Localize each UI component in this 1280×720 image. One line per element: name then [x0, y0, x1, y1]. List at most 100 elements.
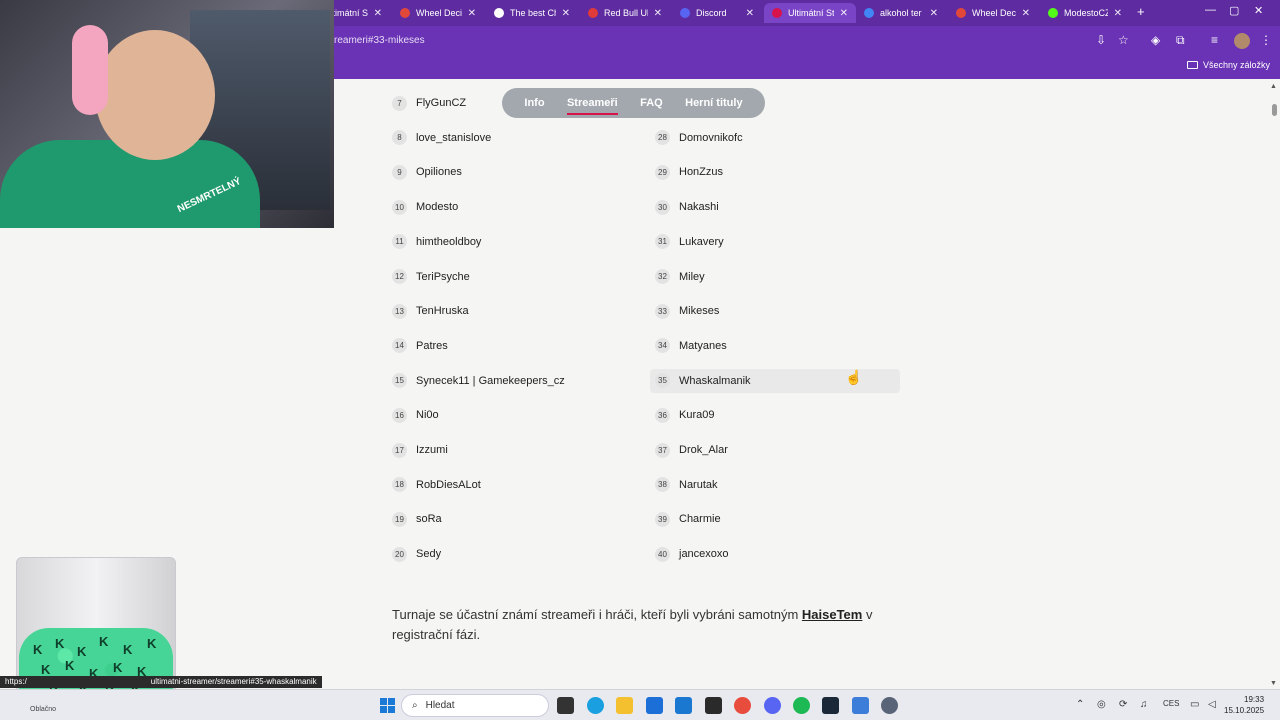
streamer-row[interactable]: 29 HonZzus [655, 160, 895, 184]
streamer-row[interactable]: 8 love_stanislove [392, 126, 632, 150]
streamer-name: Charmie [679, 513, 721, 526]
maximize-icon[interactable]: ▢ [1229, 4, 1239, 17]
streamer-name: Matyanes [679, 339, 727, 352]
streamer-row[interactable]: 7 FlyGunCZ [392, 91, 632, 115]
browser-tab[interactable]: ModestoCZ ✕ [1040, 3, 1130, 23]
tab-close-icon[interactable]: ✕ [562, 8, 570, 19]
tray-volume-icon[interactable]: ◁ [1208, 699, 1216, 710]
tab-close-icon[interactable]: ✕ [654, 8, 662, 19]
notes-icon[interactable] [852, 697, 869, 714]
streamer-row[interactable]: 32 Miley [655, 265, 895, 289]
streamer-row[interactable]: 11 himtheoldboy [392, 230, 632, 254]
streamer-row[interactable]: 10 Modesto [392, 195, 632, 219]
discord-icon[interactable] [764, 697, 781, 714]
settings-gear-icon[interactable] [881, 697, 898, 714]
streamer-row[interactable]: 38 Narutak [655, 473, 895, 497]
steam-icon[interactable] [822, 697, 839, 714]
browser-tab[interactable]: alkohol ter ✕ [856, 3, 946, 23]
store-icon[interactable] [675, 697, 692, 714]
windows-start-icon[interactable] [380, 698, 395, 713]
tab-close-icon[interactable]: ✕ [840, 8, 848, 19]
url-field[interactable]: reameri#33-mikeses [334, 35, 425, 46]
browser-tab[interactable]: The best Ch ✕ [486, 3, 578, 23]
outlook-icon[interactable] [646, 697, 663, 714]
streamer-row[interactable]: 35 Whaskalmanik [650, 368, 900, 393]
bookmark-star-icon[interactable]: ☆ [1118, 33, 1129, 47]
streamer-row[interactable]: 15 Synecek11 | Gamekeepers_cz [392, 369, 632, 393]
streamer-row[interactable]: 34 Matyanes [655, 334, 895, 358]
tab-close-icon[interactable]: ✕ [468, 8, 476, 19]
streamer-row[interactable]: 28 Domovnikofc [655, 126, 895, 150]
extensions-puzzle-icon[interactable]: ⧉ [1176, 33, 1185, 48]
tab-close-icon[interactable]: ✕ [930, 8, 938, 19]
streamer-row[interactable]: 18 RobDiesALot [392, 473, 632, 497]
nav-tab-herní-tituly[interactable]: Herní tituly [685, 97, 742, 109]
all-bookmarks-button[interactable]: Všechny záložky [1186, 60, 1270, 70]
tab-close-icon[interactable]: ✕ [1022, 8, 1030, 19]
tab-title: Ultimátní Str [788, 8, 834, 18]
tray-chevron-icon[interactable]: ⌃ [1076, 699, 1084, 710]
spotify-icon[interactable] [793, 697, 810, 714]
streamer-name: Whaskalmanik [679, 374, 751, 387]
close-window-icon[interactable]: ✕ [1254, 4, 1263, 17]
menu-kebab-icon[interactable]: ⋮ [1260, 33, 1272, 47]
streamer-row[interactable]: 9 Opiliones [392, 160, 632, 184]
tray-network-icon[interactable]: ◎ [1097, 699, 1106, 710]
rank-badge: 12 [392, 269, 407, 284]
streamer-row[interactable]: 20 Sedy [392, 542, 632, 566]
nav-tab-faq[interactable]: FAQ [640, 97, 663, 109]
weather-label[interactable]: Oblačno [30, 706, 56, 713]
streamer-row[interactable]: 39 Charmie [655, 507, 895, 531]
file-explorer-icon[interactable] [616, 697, 633, 714]
streamer-row[interactable]: 14 Patres [392, 334, 632, 358]
media-control-icon[interactable]: ≡ [1211, 33, 1218, 47]
streamer-name: Mikeses [679, 305, 720, 318]
tab-favicon-icon [680, 8, 690, 18]
streamer-row[interactable]: 37 Drok_Alar [655, 438, 895, 462]
browser-tab[interactable]: Ultimátní Str ✕ [764, 3, 856, 23]
extension-icon[interactable]: ◈ [1151, 33, 1160, 47]
streamer-row[interactable]: 36 Kura09 [655, 403, 895, 427]
streamer-row[interactable]: 33 Mikeses [655, 299, 895, 323]
streamer-row[interactable]: 16 Ni0o [392, 403, 632, 427]
rank-badge: 8 [392, 130, 407, 146]
scroll-down-icon[interactable]: ▼ [1270, 680, 1277, 687]
streamer-row[interactable]: 30 Nakashi [655, 195, 895, 219]
tray-display-icon[interactable]: ▭ [1190, 699, 1199, 710]
new-tab-icon[interactable]: + [1137, 4, 1145, 19]
rank-badge: 35 [655, 373, 670, 389]
tab-favicon-icon [400, 8, 410, 18]
browser-tab[interactable]: Discord ✕ [672, 3, 762, 23]
streamer-row[interactable]: 40 jancexoxo [655, 542, 895, 566]
tray-mic-icon[interactable]: ♫ [1140, 699, 1148, 710]
tab-close-icon[interactable]: ✕ [374, 8, 382, 19]
streamer-row[interactable]: 19 soRa [392, 507, 632, 531]
streamer-row[interactable]: 31 Lukavery [655, 230, 895, 254]
tab-close-icon[interactable]: ✕ [746, 8, 754, 19]
rank-badge: 28 [655, 130, 670, 146]
browser-tab[interactable]: Wheel Decid ✕ [392, 3, 484, 23]
tab-favicon-icon [772, 8, 782, 18]
tab-favicon-icon [494, 8, 504, 18]
chrome-icon[interactable] [734, 697, 751, 714]
tray-sync-icon[interactable]: ⟳ [1119, 699, 1127, 710]
streamer-row[interactable]: 13 TenHruska [392, 299, 632, 323]
browser-tab[interactable]: Wheel Decid ✕ [948, 3, 1038, 23]
language-indicator[interactable]: CES [1163, 699, 1179, 708]
taskbar-clock[interactable]: 19:33 15.10.2025 [1224, 694, 1264, 716]
app-icon[interactable] [705, 697, 722, 714]
minimize-icon[interactable]: — [1205, 4, 1216, 16]
streamer-row[interactable]: 12 TeriPsyche [392, 265, 632, 289]
browser-tab[interactable]: Red Bull Ulti ✕ [580, 3, 670, 23]
scroll-up-icon[interactable]: ▲ [1270, 83, 1277, 90]
edge-icon[interactable] [587, 697, 604, 714]
scrollbar-thumb[interactable] [1272, 104, 1277, 116]
streamer-row[interactable]: 17 Izzumi [392, 438, 632, 462]
profile-avatar[interactable] [1234, 33, 1250, 49]
haisetem-link[interactable]: HaiseTem [802, 607, 862, 622]
task-view-icon[interactable] [557, 697, 574, 714]
install-app-icon[interactable]: ⇩ [1096, 33, 1106, 47]
tab-close-icon[interactable]: ✕ [1114, 8, 1122, 19]
streamer-name: Patres [416, 339, 448, 352]
taskbar-search[interactable]: ⌕ Hledat [401, 694, 549, 717]
